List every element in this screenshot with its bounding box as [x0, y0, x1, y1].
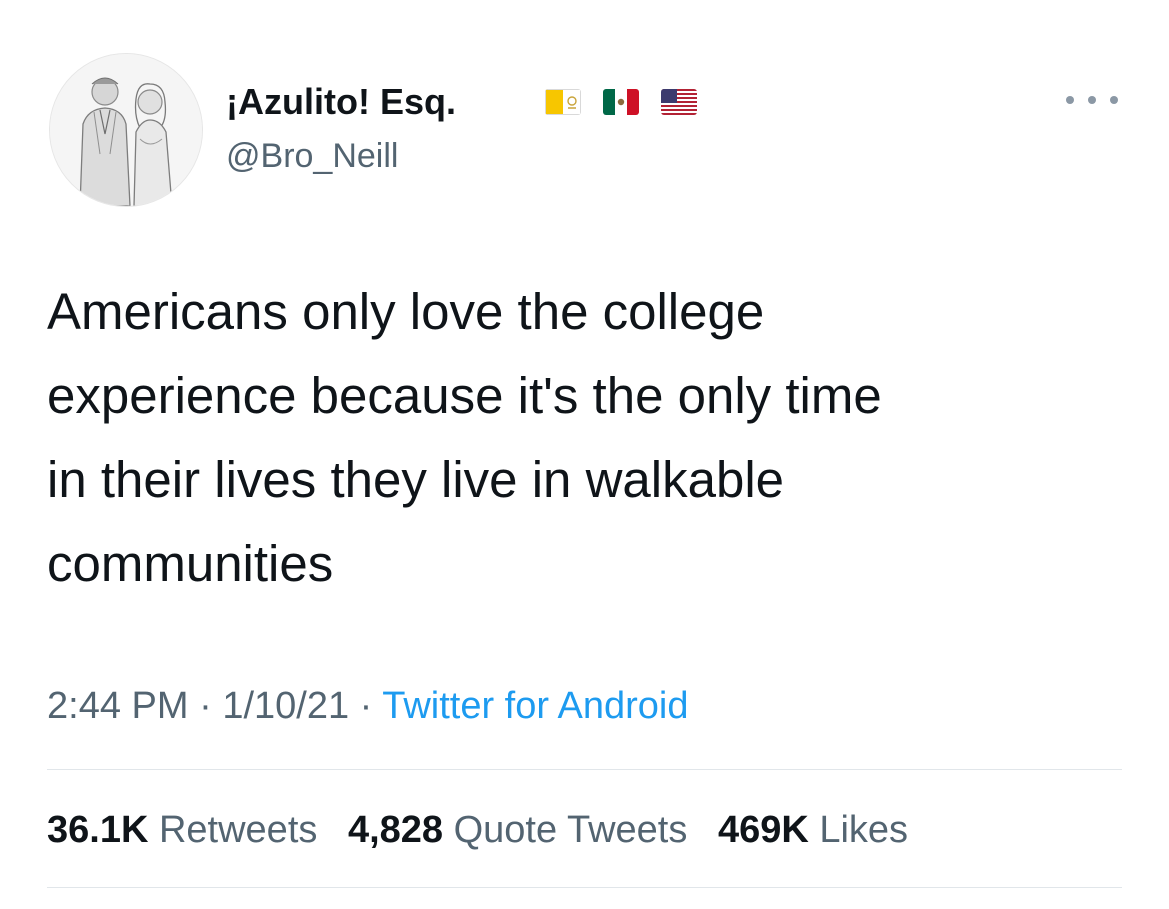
- likes-stat[interactable]: 469K Likes: [718, 809, 908, 851]
- tweet-meta: 2:44 PM · 1/10/21 · Twitter for Android: [47, 682, 688, 730]
- avatar[interactable]: [49, 53, 203, 207]
- tweet-text: Americans only love the college experien…: [47, 283, 882, 592]
- retweets-stat[interactable]: 36.1K Retweets: [47, 809, 317, 851]
- tweet-date[interactable]: 1/10/21: [222, 685, 349, 727]
- more-dot: [1066, 96, 1074, 104]
- vatican-flag-icon: [545, 89, 581, 115]
- quote-tweets-count: 4,828: [347, 809, 444, 851]
- more-options-icon[interactable]: [1066, 85, 1118, 115]
- meta-separator: ·: [359, 685, 373, 727]
- retweets-label: Retweets: [158, 809, 318, 851]
- tweet-stats: 36.1K Retweets 4,828 Quote Tweets 469K L…: [47, 806, 928, 854]
- flag-emojis: [545, 86, 719, 118]
- retweets-count: 36.1K: [47, 809, 149, 851]
- avatar-sketch-icon: [50, 54, 202, 206]
- quote-tweets-label: Quote Tweets: [453, 809, 688, 851]
- usa-flag-icon: [661, 89, 697, 115]
- meta-separator: ·: [199, 685, 212, 727]
- more-dot: [1110, 96, 1118, 104]
- divider: [47, 769, 1122, 770]
- user-handle[interactable]: @Bro_Neill: [226, 135, 398, 177]
- mexico-flag-icon: [603, 89, 639, 115]
- divider: [47, 887, 1122, 888]
- tweet-card: ¡Azulito! Esq. @Bro_Neill Americans only…: [0, 0, 1169, 909]
- more-dot: [1088, 96, 1096, 104]
- likes-label: Likes: [819, 809, 909, 851]
- tweet-source-link[interactable]: Twitter for Android: [382, 685, 688, 727]
- display-name[interactable]: ¡Azulito! Esq.: [226, 80, 456, 124]
- tweet-time[interactable]: 2:44 PM: [47, 685, 189, 727]
- quote-tweets-stat[interactable]: 4,828 Quote Tweets: [348, 809, 687, 851]
- likes-count: 469K: [717, 809, 809, 851]
